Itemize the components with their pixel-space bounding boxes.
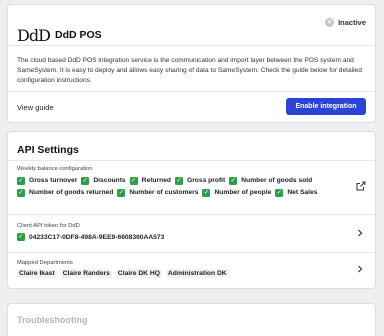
divider: [8, 91, 375, 92]
checkbox-checked-icon: ✓: [117, 188, 126, 197]
weekly-balance-item: ✓ Number of goods returned: [17, 188, 113, 197]
divider: [8, 252, 375, 253]
status-badge: × Inactive: [325, 18, 366, 27]
checkbox-checked-icon: ✓: [17, 176, 25, 185]
chevron-right-icon[interactable]: [356, 229, 364, 237]
checkbox-checked-icon: ✓: [129, 176, 138, 185]
troubleshooting-title: Troubleshooting: [17, 315, 88, 325]
client-token: ✓ 04233C17-0DF8-498A-9EE9-6608360AA573: [17, 233, 164, 241]
weekly-balance-label: Weekly balance configuration: [17, 166, 93, 172]
checkbox-checked-icon: ✓: [275, 188, 284, 197]
weekly-balance-item: ✓ Gross profit: [175, 176, 225, 185]
weekly-balance-item-label: Discounts: [93, 177, 126, 184]
weekly-balance-item: ✓ Net Sales: [275, 188, 317, 197]
chevron-right-icon[interactable]: [356, 265, 364, 273]
checkbox-checked-icon: ✓: [17, 188, 25, 197]
weekly-balance-item-label: Returned: [141, 177, 171, 184]
checkbox-checked-icon: ✓: [81, 176, 90, 185]
divider: [8, 160, 375, 161]
checkbox-checked-icon: ✓: [202, 188, 211, 197]
external-link-icon[interactable]: [356, 181, 366, 191]
checkbox-checked-icon: ✓: [175, 176, 183, 185]
weekly-balance-item-label: Net Sales: [287, 189, 318, 196]
weekly-balance-item-label: Number of customers: [129, 189, 199, 196]
weekly-balance-item: ✓ Number of goods sold: [229, 176, 312, 185]
enable-integration-button[interactable]: Enable integration: [286, 98, 366, 115]
department-tag: Claire Randers: [60, 269, 112, 278]
divider: [8, 214, 375, 215]
department-tag: Claire DK HQ: [115, 269, 162, 278]
status-label: Inactive: [338, 18, 366, 27]
weekly-balance-item-label: Gross profit: [187, 177, 226, 184]
weekly-balance-item-label: Number of people: [214, 189, 272, 196]
api-settings-title: API Settings: [17, 144, 79, 156]
mapped-departments-tags: Claire Ikast Claire Randers Claire DK HQ Ad…: [17, 269, 229, 278]
weekly-balance-item: ✓ Returned: [129, 176, 171, 185]
weekly-balance-tags: ✓ Gross turnover ✓ Discounts ✓ Returned ✓ Gross…: [17, 176, 341, 197]
view-guide-link[interactable]: View guide: [17, 103, 54, 112]
weekly-balance-item: ✓ Discounts: [81, 176, 126, 185]
api-settings-card: API Settings Weekly balance configuratio…: [7, 131, 376, 289]
weekly-balance-item: ✓ Gross turnover: [17, 176, 77, 185]
divider: [8, 45, 375, 46]
troubleshooting-card[interactable]: Troubleshooting: [7, 303, 376, 336]
integration-card: DdD DdD POS × Inactive The cloud based D…: [7, 4, 376, 123]
weekly-balance-item-label: Gross turnover: [29, 177, 78, 184]
integration-description: The cloud based DdD POS integration serv…: [17, 57, 362, 84]
checkbox-checked-icon: ✓: [229, 176, 238, 185]
close-circle-icon: ×: [325, 18, 335, 27]
checkbox-checked-icon: ✓: [17, 233, 25, 241]
department-tag: Administration DK: [165, 269, 229, 278]
weekly-balance-item-label: Number of goods returned: [29, 189, 114, 196]
weekly-balance-item-label: Number of goods sold: [241, 177, 313, 184]
ddd-logo: DdD: [17, 26, 51, 45]
mapped-departments-label: Mapped Departments: [17, 260, 73, 266]
department-tag: Claire Ikast: [17, 269, 57, 278]
integration-title: DdD POS: [55, 29, 102, 41]
weekly-balance-item: ✓ Number of people: [202, 188, 271, 197]
weekly-balance-item: ✓ Number of customers: [117, 188, 198, 197]
client-token-value: 04233C17-0DF8-498A-9EE9-6608360AA573: [29, 233, 165, 241]
client-token-label: Client API token for DdD: [17, 223, 80, 229]
